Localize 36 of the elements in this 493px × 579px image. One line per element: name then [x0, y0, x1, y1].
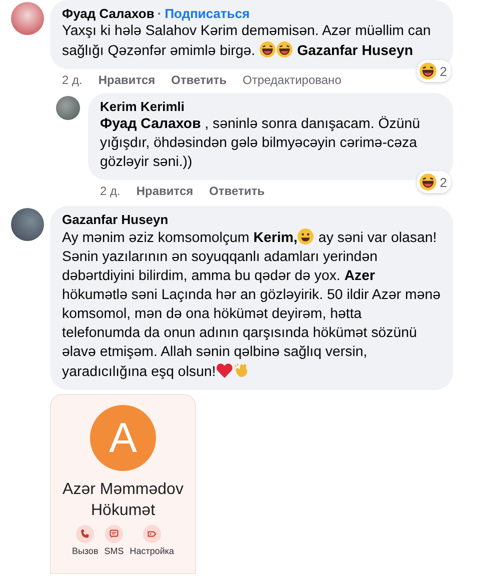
action-label[interactable]: Настройка [130, 546, 174, 556]
reaction-badge[interactable]: 2 [416, 60, 451, 82]
reaction-count: 2 [440, 64, 447, 78]
contact-avatar: A [90, 405, 156, 471]
comment-text: Фуад Салахов , səninlə sonra danışacam. Özünü yığışdır, öhdəsindən gələ bilmyəcəyin cərimə-cəza gözləyir səni.)) [100, 115, 422, 172]
time-link[interactable]: 2 д. [100, 184, 120, 198]
smiling-emoji-icon [297, 228, 314, 245]
avatar[interactable] [11, 2, 44, 35]
laughing-emoji-icon [259, 41, 276, 58]
follow-link[interactable]: Подписаться [164, 6, 250, 21]
separator-dot: · [157, 6, 162, 21]
action-label[interactable]: Вызов [72, 546, 98, 556]
edited-label: Отредактировано [242, 73, 342, 87]
time-link[interactable]: 2 д. [62, 73, 82, 87]
reaction-badge[interactable]: 2 [416, 171, 451, 193]
reaction-count: 2 [440, 174, 447, 190]
author-name[interactable]: Gazanfar Huseyn [62, 212, 168, 227]
phone-icon[interactable] [79, 528, 92, 540]
author-name[interactable]: Kerim Kerimli [100, 99, 185, 114]
reply-link[interactable]: Ответить [171, 73, 227, 87]
clapping-hands-icon [232, 362, 250, 379]
contact-name: Azər Məmmədov Hökumət [62, 480, 184, 521]
comment-text: Ay mənim əziz komsomolçum Kerim, ay səni var olasan! Sənin yazılarının ən soyuqqanlı adamları yerindən dəbərtdiyini bilirdim, amma bu qədər də yox. Azer hökumətlə səni Laçında hər an gözləyirik. 50 ildir Azər mənə komsomol, mən də ona hökümət deyirəm, hətta telefonumda da onun adının qarşısında hökümət sözünü əlavə etmişəm. Allah sənin qəlbinə sağlıq versin, yaradıcılığına eşq olsun! [62, 228, 441, 382]
like-link[interactable]: Нравится [136, 184, 194, 198]
author-name[interactable]: Фуад Салахов [62, 6, 154, 21]
laughing-emoji-icon [276, 41, 294, 58]
avatar[interactable] [11, 208, 44, 241]
avatar[interactable] [56, 96, 80, 120]
message-icon[interactable] [108, 528, 120, 540]
heart-icon [216, 362, 233, 379]
comment-text: Yaxşı ki hələ Salahov Kərim deməmisən. Azər müəllim can sağlığı Qəzənfər əmimlə birgə. Gazanfar Huseyn [62, 22, 432, 61]
reply-link[interactable]: Ответить [209, 184, 265, 198]
laughing-emoji-icon [418, 173, 437, 191]
action-label[interactable]: SMS [104, 546, 124, 556]
like-link[interactable]: Нравится [98, 73, 156, 87]
laughing-emoji-icon [418, 62, 437, 80]
